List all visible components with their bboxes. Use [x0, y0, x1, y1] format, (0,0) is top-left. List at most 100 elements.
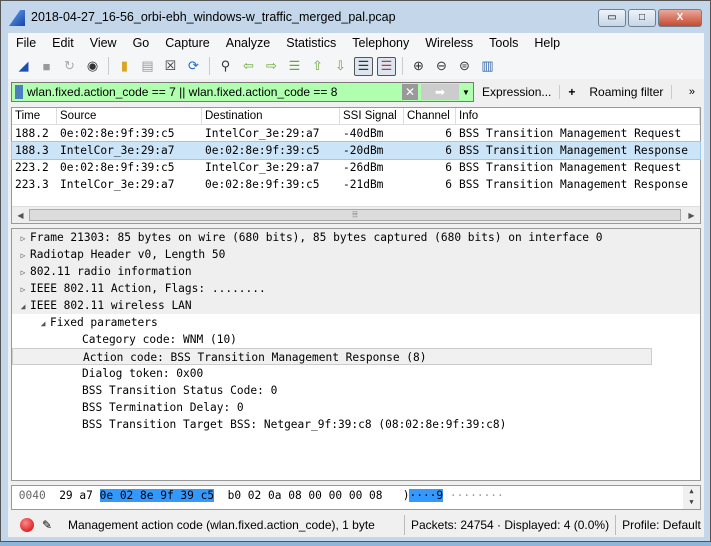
detail-tree-item[interactable]: ▷ IEEE 802.11 Action, Flags: ........	[12, 280, 700, 297]
restart-capture-icon[interactable]: ↻	[60, 57, 79, 76]
detail-tree-item[interactable]: Category code: WNM (10)	[12, 331, 700, 348]
cell-channel: 6	[445, 178, 452, 191]
reload-icon[interactable]: ⟳	[184, 57, 203, 76]
packet-row[interactable]: 223.3 IntelCor_3e:29:a7 0e:02:8e:9f:39:c5 -…	[12, 176, 700, 193]
scroll-right-icon[interactable]: ▶	[683, 207, 700, 224]
zoom-in-icon[interactable]: ⊕	[409, 57, 428, 76]
packet-row[interactable]: 223.2 0e:02:8e:9f:39:c5 IntelCor_3e:29:a7 -…	[12, 159, 700, 176]
detail-text: Action code: BSS Transition Management R…	[83, 351, 427, 364]
menu-statistics[interactable]: Statistics	[278, 36, 344, 50]
cell-time: 188.2	[15, 127, 49, 140]
minimize-button[interactable]: ▭	[598, 9, 626, 27]
expand-arrow-icon[interactable]: ▷	[16, 230, 30, 247]
packet-row[interactable]: 188.3 IntelCor_3e:29:a7 0e:02:8e:9f:39:c5 -…	[11, 141, 701, 160]
detail-text: BSS Transition Status Code: 0	[82, 384, 278, 397]
expert-info-icon[interactable]	[20, 517, 34, 532]
cell-ssi-signal: -26dBm	[343, 161, 384, 174]
go-forward-icon[interactable]: ⇨	[262, 57, 281, 76]
column-time[interactable]: Time	[12, 108, 57, 124]
menu-capture[interactable]: Capture	[157, 36, 217, 50]
find-packet-icon[interactable]: ⚲	[216, 57, 235, 76]
detail-tree-item[interactable]: ◢ Fixed parameters	[12, 314, 700, 331]
packet-list: Time Source Destination SSI Signal Chann…	[11, 107, 701, 224]
menu-tools[interactable]: Tools	[481, 36, 526, 50]
detail-tree-item[interactable]: ▷ Radiotap Header v0, Length 50	[12, 246, 700, 263]
menu-telephony[interactable]: Telephony	[344, 36, 417, 50]
detail-tree-item[interactable]: BSS Transition Status Code: 0	[12, 382, 700, 399]
expression-button[interactable]: Expression...	[474, 85, 561, 99]
cell-time: 188.3	[15, 144, 49, 157]
filter-history-dropdown[interactable]: ▼	[459, 88, 473, 97]
maximize-button[interactable]: □	[628, 9, 656, 27]
column-channel[interactable]: Channel	[404, 108, 456, 124]
detail-text: Category code: WNM (10)	[82, 333, 237, 346]
cell-time: 223.2	[15, 161, 49, 174]
column-source[interactable]: Source	[57, 108, 202, 124]
column-ssi-signal[interactable]: SSI Signal	[340, 108, 404, 124]
add-filter-button-icon[interactable]: +	[560, 85, 581, 99]
detail-text: IEEE 802.11 Action, Flags: ........	[30, 282, 266, 295]
collapse-arrow-icon[interactable]: ◢	[16, 298, 30, 315]
detail-tree-item[interactable]: ▷ Frame 21303: 85 bytes on wire (680 bits…	[12, 229, 700, 246]
menu-help[interactable]: Help	[526, 36, 568, 50]
normal-size-icon[interactable]: ⊜	[455, 57, 474, 76]
packet-row[interactable]: 188.2 0e:02:8e:9f:39:c5 IntelCor_3e:29:a7 -…	[12, 125, 700, 142]
expand-arrow-icon[interactable]: ▷	[16, 247, 30, 264]
detail-tree-item[interactable]: Dialog token: 0x00	[12, 365, 700, 382]
menu-wireless[interactable]: Wireless	[417, 36, 481, 50]
detail-tree-item[interactable]: BSS Transition Target BSS: Netgear_9f:39…	[12, 416, 700, 433]
zoom-out-icon[interactable]: ⊖	[432, 57, 451, 76]
menu-analyze[interactable]: Analyze	[218, 36, 278, 50]
go-to-packet-icon[interactable]: ☰	[285, 57, 304, 76]
packet-details: ▷ Frame 21303: 85 bytes on wire (680 bits…	[11, 228, 701, 481]
expand-arrow-icon[interactable]: ▷	[16, 264, 30, 281]
first-packet-icon[interactable]: ⇧	[308, 57, 327, 76]
close-button[interactable]: X	[658, 9, 702, 27]
last-packet-icon[interactable]: ⇩	[331, 57, 350, 76]
resize-columns-icon[interactable]: ▥	[478, 57, 497, 76]
colorize-icon[interactable]: ☰	[377, 56, 396, 76]
menu-edit[interactable]: Edit	[44, 36, 82, 50]
roaming-filter-button[interactable]: Roaming filter	[581, 85, 673, 99]
autoscroll-icon[interactable]: ☰	[354, 56, 373, 76]
bytes-hex-highlight[interactable]: 0e 02 8e 9f 39 c5	[99, 489, 215, 502]
bytes-ascii-highlight[interactable]: ····9	[409, 489, 444, 502]
scroll-left-icon[interactable]: ◀	[12, 207, 29, 224]
menu-file[interactable]: File	[8, 36, 44, 50]
display-filter-input[interactable]: wlan.fixed.action_code == 7 || wlan.fixe…	[11, 82, 474, 102]
detail-tree-item[interactable]: ◢ IEEE 802.11 wireless LAN	[12, 297, 700, 314]
detail-text: BSS Transition Target BSS: Netgear_9f:39…	[82, 418, 507, 431]
detail-text: Fixed parameters	[50, 316, 158, 329]
status-profile[interactable]: Profile: Default	[622, 518, 701, 532]
save-file-icon[interactable]: ▤	[138, 57, 157, 76]
column-destination[interactable]: Destination	[202, 108, 340, 124]
column-info[interactable]: Info	[456, 108, 700, 124]
detail-tree-item[interactable]: BSS Termination Delay: 0	[12, 399, 700, 416]
menu-go[interactable]: Go	[125, 36, 158, 50]
expand-arrow-icon[interactable]: ▷	[16, 281, 30, 298]
go-back-icon[interactable]: ⇦	[239, 57, 258, 76]
apply-filter-button[interactable]: ➡	[421, 84, 459, 100]
open-file-icon[interactable]: ▮	[115, 57, 134, 76]
start-capture-icon[interactable]: ◢	[14, 57, 33, 76]
bookmark-icon[interactable]	[15, 85, 23, 99]
more-filters-icon[interactable]: »	[689, 86, 701, 98]
scroll-thumb[interactable]: ⦙⦙⦙	[29, 209, 681, 221]
detail-tree-item[interactable]: ▷ 802.11 radio information	[12, 263, 700, 280]
cell-info: BSS Transition Management Request	[459, 161, 682, 174]
filter-text[interactable]: wlan.fixed.action_code == 7 || wlan.fixe…	[27, 85, 402, 99]
stop-capture-icon[interactable]: ■	[37, 57, 56, 76]
packet-list-hscrollbar[interactable]: ◀ ⦙⦙⦙ ▶	[12, 206, 700, 223]
collapse-arrow-icon[interactable]: ◢	[36, 315, 50, 332]
capture-options-icon[interactable]: ◉	[83, 57, 102, 76]
detail-tree-item[interactable]: Action code: BSS Transition Management R…	[12, 348, 652, 365]
menu-view[interactable]: View	[82, 36, 125, 50]
clear-filter-button[interactable]: ✕	[402, 84, 418, 100]
cell-source: IntelCor_3e:29:a7	[60, 144, 175, 157]
close-file-icon[interactable]: ☒	[161, 57, 180, 76]
toolbar-separator	[209, 57, 210, 75]
bytes-vscrollbar[interactable]: ▲ ▼	[683, 486, 700, 509]
toolbar-separator	[108, 57, 109, 75]
capture-comment-icon[interactable]: ✎	[42, 518, 56, 532]
detail-text: IEEE 802.11 wireless LAN	[30, 299, 192, 312]
